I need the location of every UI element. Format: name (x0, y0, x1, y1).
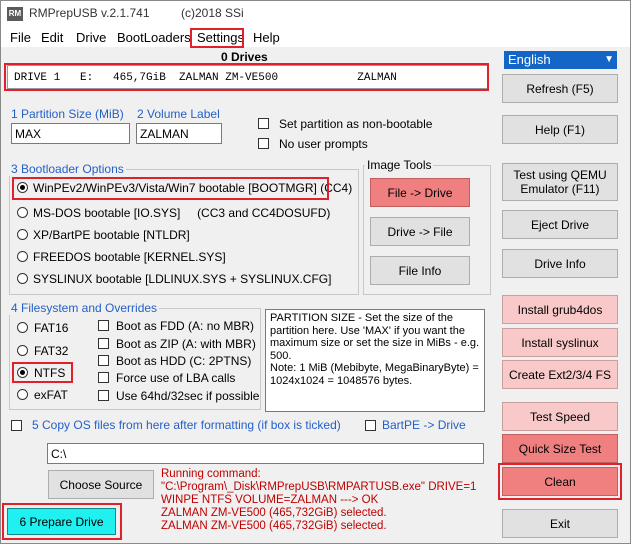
menu-edit[interactable]: Edit (41, 30, 63, 45)
window-copyright: (c)2018 SSi (181, 6, 244, 20)
ntfs-highlight (12, 362, 73, 383)
boot-as-fdd-label: Boot as FDD (A: no MBR) (116, 319, 255, 333)
bootloader-option-freedos: FREEDOS bootable [KERNEL.SYS] (33, 250, 226, 264)
install-grub4dos-button[interactable]: Install grub4dos (502, 295, 618, 324)
bootloader-highlight (12, 177, 329, 200)
bartpe-checkbox[interactable] (365, 420, 376, 431)
no-user-prompts-label: No user prompts (279, 137, 368, 151)
bootloader-option-syslinux: SYSLINUX bootable [LDLINUX.SYS + SYSLINU… (33, 272, 332, 286)
fs-radio-fat32[interactable] (17, 345, 28, 356)
eject-drive-button[interactable]: Eject Drive (502, 210, 618, 239)
app-window: RM RMPrepUSB v.2.1.741 (c)2018 SSi File … (0, 0, 631, 544)
boot-as-hdd-checkbox[interactable] (98, 355, 109, 366)
volume-label-input[interactable]: ZALMAN (136, 123, 222, 144)
bootloader-group-label: 3 Bootloader Options (9, 162, 126, 176)
language-value: English (508, 52, 551, 67)
language-select[interactable]: English ▼ (504, 51, 617, 69)
exit-button[interactable]: Exit (502, 509, 618, 538)
app-logo-icon: RM (7, 7, 23, 21)
fs-label-exfat: exFAT (34, 388, 68, 402)
prepare-highlight (2, 503, 122, 540)
bootloader-radio-xp[interactable] (17, 229, 28, 240)
refresh-button[interactable]: Refresh (F5) (502, 74, 618, 103)
copy-os-checkbox[interactable] (11, 420, 22, 431)
fs-label-fat32: FAT32 (34, 344, 69, 358)
menu-drive[interactable]: Drive (76, 30, 106, 45)
quick-size-test-button[interactable]: Quick Size Test (502, 434, 618, 463)
command-log: Running command: "C:\Program\_Disk\RMPre… (161, 468, 477, 532)
install-syslinux-button[interactable]: Install syslinux (502, 328, 618, 357)
clean-highlight (498, 463, 622, 500)
menu-bootloaders[interactable]: BootLoaders (117, 30, 191, 45)
create-ext-fs-button[interactable]: Create Ext2/3/4 FS (502, 360, 618, 389)
force-lba-checkbox[interactable] (98, 372, 109, 383)
use-64hd-label: Use 64hd/32sec if possible (116, 389, 260, 403)
file-to-drive-button[interactable]: File -> Drive (370, 178, 470, 207)
file-info-button[interactable]: File Info (370, 256, 470, 285)
no-user-prompts-checkbox[interactable] (258, 138, 269, 149)
help-text-box: PARTITION SIZE - Set the size of the par… (265, 309, 485, 412)
bootloader-option-msdos: MS-DOS bootable [IO.SYS] (CC3 and CC4DOS… (33, 206, 331, 220)
use-64hd-checkbox[interactable] (98, 390, 109, 401)
bartpe-label: BartPE -> Drive (382, 418, 466, 432)
settings-highlight (190, 28, 244, 48)
qemu-test-label-1: Test using QEMU (513, 168, 607, 182)
help-button[interactable]: Help (F1) (502, 115, 618, 144)
test-speed-button[interactable]: Test Speed (502, 402, 618, 431)
force-lba-label: Force use of LBA calls (116, 371, 236, 385)
bootloader-radio-syslinux[interactable] (17, 273, 28, 284)
bootloader-radio-freedos[interactable] (17, 251, 28, 262)
boot-as-zip-label: Boot as ZIP (A: with MBR) (116, 337, 256, 351)
boot-as-fdd-checkbox[interactable] (98, 320, 109, 331)
bootloader-radio-msdos[interactable] (17, 207, 28, 218)
fs-label-fat16: FAT16 (34, 321, 69, 335)
drive-highlight (4, 63, 489, 91)
non-bootable-label: Set partition as non-bootable (279, 117, 433, 131)
filesystem-group-label: 4 Filesystem and Overrides (9, 301, 160, 315)
partition-size-label: 1 Partition Size (MiB) (11, 107, 124, 121)
image-tools-label: Image Tools (365, 158, 434, 172)
copy-os-label: 5 Copy OS files from here after formatti… (32, 418, 341, 432)
non-bootable-checkbox[interactable] (258, 118, 269, 129)
boot-as-hdd-label: Boot as HDD (C: 2PTNS) (116, 354, 252, 368)
menu-help[interactable]: Help (253, 30, 280, 45)
boot-as-zip-checkbox[interactable] (98, 338, 109, 349)
choose-source-button[interactable]: Choose Source (48, 470, 154, 499)
drive-info-button[interactable]: Drive Info (502, 249, 618, 278)
partition-size-input[interactable]: MAX (11, 123, 130, 144)
volume-label-label: 2 Volume Label (137, 107, 220, 121)
fs-radio-exfat[interactable] (17, 389, 28, 400)
drive-count: 0 Drives (221, 50, 268, 64)
qemu-test-button[interactable]: Test using QEMU Emulator (F11) (502, 163, 618, 201)
help-text: PARTITION SIZE - Set the size of the par… (270, 312, 480, 387)
source-path-input[interactable]: C:\ (47, 443, 484, 464)
chevron-down-icon: ▼ (604, 54, 614, 65)
drive-to-file-button[interactable]: Drive -> File (370, 217, 470, 246)
window-title: RMPrepUSB v.2.1.741 (29, 6, 150, 20)
qemu-test-label-2: Emulator (F11) (520, 182, 600, 196)
fs-radio-fat16[interactable] (17, 322, 28, 333)
menu-file[interactable]: File (10, 30, 31, 45)
bootloader-option-xp: XP/BartPE bootable [NTLDR] (33, 228, 190, 242)
